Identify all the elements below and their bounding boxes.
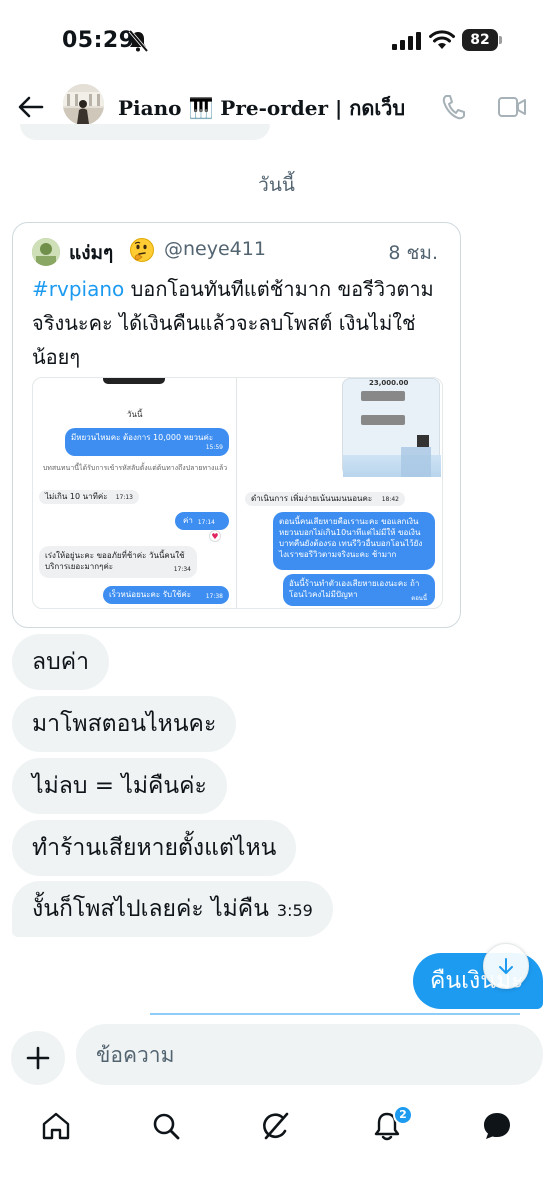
battery-icon: 82 [462,29,502,51]
message-text: ลบค่า [32,649,89,675]
grok-icon[interactable] [260,1110,292,1142]
media-message: เร่งให้อยู่นะคะ ขออภัยที่ช้าค่ะ วันนี้คน… [39,546,197,578]
media-message-text: เร็วหน่อยนะคะ รับใช้ค่ะ [109,590,192,599]
shared-post-card[interactable]: แง่มๆ @neye411 8 ชม. #rvpiano บอกโอนทันท… [12,222,461,628]
media-message-time: 17:13 [115,494,133,501]
received-message[interactable]: ไม่ลบ = ไม่คืนค่ะ [12,758,227,814]
arrow-down-icon [499,958,513,974]
media-message-time: 17:38 [205,593,223,600]
video-call-icon[interactable] [497,94,527,120]
media-day-label: วันนี้ [127,410,143,419]
message-time: 3:59 [276,901,313,920]
post-author-avatar[interactable] [32,238,60,266]
received-message[interactable]: มาโพสตอนไหนคะ [12,696,237,752]
media-encryption-notice: บทสนทนานี้ได้รับการเข้ารหัสลับตั้งแต่ต้น… [42,464,228,472]
previous-message-edge [20,124,270,140]
message-text: งั้นก็โพสไปเลยค่ะ ไม่คืน [32,896,269,922]
media-message: ตอนนี้คนเสียหายคือเรานะคะ ขอแลกเงินหยวนบ… [273,512,435,570]
media-message: อันนี้ร้านทำตัวเองเสียหายเองนะคะ ถ้าโอนไ… [283,574,435,606]
media-message-text: มีหยวนไหมคะ ต้องการ 10,000 หยวนค่ะ [71,433,214,442]
wifi-icon [429,30,455,49]
message-input[interactable] [76,1024,543,1085]
messages-icon[interactable] [481,1110,513,1142]
media-message-time: 15:59 [205,444,223,451]
thinking-face-icon [130,238,154,262]
divider [150,1013,520,1015]
media-message-time: 17:34 [173,566,191,573]
post-author-handle[interactable]: @neye411 [164,238,266,260]
add-attachment-button[interactable] [11,1031,65,1085]
media-message-text: ไม่เกิน 10 นาทีค่ะ [45,492,108,501]
avatar[interactable] [63,84,104,125]
media-message-text: เร่งให้อยู่นะคะ ขออภัยที่ช้าค่ะ วันนี้คน… [45,551,185,571]
received-message[interactable]: ลบค่า [12,634,109,690]
bottom-navigation [0,1100,553,1160]
bell-off-icon [128,30,148,52]
media-message-text: ค่า [183,516,193,525]
media-receipt-amount: 23,000.00 [369,379,409,387]
media-message: เร็วหน่อยนะคะ รับใช้ค่ะ 17:38 [103,586,229,604]
media-message-text: ดำเนินการ เพิ่มง่ายเน้นนมนนอนคะ [251,494,373,503]
post-media-image[interactable]: วันนี้ มีหยวนไหมคะ ต้องการ 10,000 หยวนค่… [32,377,443,609]
media-message: ไม่เกิน 10 นาทีค่ะ 17:13 [39,490,139,504]
status-bar: 05:29 82 [0,0,553,80]
battery-level: 82 [462,29,498,51]
media-message-text: อันนี้ร้านทำตัวเองเสียหายเองนะคะ ถ้าโอนไ… [289,579,420,599]
received-message[interactable]: ทำร้านเสียหายตั้งแต่ไหน [12,820,297,876]
scroll-to-bottom-button[interactable] [483,943,529,989]
post-author-name[interactable]: แง่มๆ [69,238,113,268]
chat-title[interactable]: Piano 🎹 Pre-order | กดเว็บ [118,92,405,124]
back-arrow-icon[interactable] [16,92,46,122]
status-time: 05:29 [62,28,135,53]
hashtag-link[interactable]: #rvpiano [32,277,124,301]
home-icon[interactable] [40,1110,72,1142]
search-icon[interactable] [150,1110,182,1142]
message-text: ทำร้านเสียหายตั้งแต่ไหน [32,835,277,861]
media-message: ค่า 17:14 [175,512,229,530]
notifications-badge: 2 [393,1105,413,1125]
cellular-signal-icon [392,32,421,50]
message-text: มาโพสตอนไหนคะ [32,711,217,737]
media-message-time: 18:42 [381,496,399,503]
plus-icon [26,1046,50,1070]
received-message[interactable]: งั้นก็โพสไปเลยค่ะ ไม่คืน 3:59 [12,881,333,937]
media-message-time: 17:14 [197,519,215,526]
media-message: มีหยวนไหมคะ ต้องการ 10,000 หยวนค่ะ 15:59 [65,428,229,456]
media-message-status: ตอนนี้ [411,595,427,602]
phone-icon[interactable] [440,93,466,121]
media-message: ดำเนินการ เพิ่มง่ายเน้นนมนนอนคะ 18:42 [245,492,405,506]
day-separator: วันนี้ [258,174,295,196]
post-text: #rvpiano บอกโอนทันทีแต่ช้ามาก ขอรีวิวตาม… [32,272,442,374]
post-timestamp: 8 ชม. [388,242,438,264]
heart-reaction-icon: ♥ [209,530,221,542]
message-text: ไม่ลบ = ไม่คืนค่ะ [32,773,207,799]
media-receipt: 23,000.00 [342,378,441,477]
